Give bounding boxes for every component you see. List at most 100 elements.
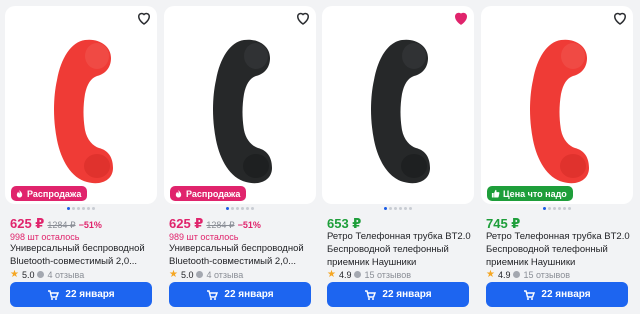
reviews-link[interactable]: 15 отзывов bbox=[513, 270, 570, 280]
rating-value: 4.9 bbox=[338, 269, 352, 280]
carousel-dot[interactable] bbox=[82, 207, 85, 210]
badge-label: Распродажа bbox=[186, 188, 241, 199]
reviews-count: 4 отзыва bbox=[47, 269, 85, 280]
carousel-dot[interactable] bbox=[72, 207, 75, 210]
product-card[interactable]: Цена что надо 745 ₽ Ретро Телефонная тру… bbox=[481, 6, 633, 312]
reviews-icon bbox=[513, 271, 521, 278]
carousel-dot[interactable] bbox=[384, 207, 387, 210]
product-card[interactable]: Распродажа 625 ₽ 1284 ₽ −51% 989 шт оста… bbox=[164, 6, 316, 312]
stock-left: 998 шт осталось bbox=[10, 232, 80, 242]
title-line: Ретро Телефонная трубка BT2.0 bbox=[486, 231, 630, 242]
photo-carousel-dots[interactable] bbox=[481, 206, 633, 212]
star-icon: ★ bbox=[10, 269, 19, 280]
reviews-link[interactable]: 4 отзыва bbox=[196, 270, 243, 280]
badge-label: Цена что надо bbox=[503, 188, 567, 199]
price: 625 ₽ bbox=[10, 216, 45, 231]
phone-handset-image bbox=[371, 39, 430, 184]
carousel-dot[interactable] bbox=[226, 207, 229, 210]
reviews-link[interactable]: 15 отзывов bbox=[354, 270, 411, 280]
fire-icon bbox=[16, 189, 23, 198]
product-card[interactable]: 653 ₽ Ретро Телефонная трубка BT2.0 Бесп… bbox=[322, 6, 474, 312]
title-line: Bluetooth-совместимый 2,0... bbox=[10, 256, 138, 267]
carousel-dot[interactable] bbox=[92, 207, 95, 210]
reviews-link[interactable]: 4 отзыва bbox=[37, 270, 84, 280]
product-photo[interactable] bbox=[322, 6, 474, 204]
product-photo[interactable]: Цена что надо bbox=[481, 6, 633, 204]
reviews-icon bbox=[37, 271, 45, 278]
phone-earpiece bbox=[244, 43, 268, 69]
phone-mouthpiece bbox=[243, 154, 269, 178]
carousel-dot[interactable] bbox=[543, 207, 546, 210]
old-price: 1284 ₽ bbox=[206, 220, 235, 230]
rating-value: 4.9 bbox=[497, 269, 511, 280]
carousel-dot[interactable] bbox=[558, 207, 561, 210]
carousel-dot[interactable] bbox=[389, 207, 392, 210]
reviews-count: 4 отзыва bbox=[206, 269, 244, 280]
cart-icon bbox=[207, 289, 219, 300]
carousel-dot[interactable] bbox=[394, 207, 397, 210]
photo-carousel-dots[interactable] bbox=[164, 206, 316, 212]
star-icon: ★ bbox=[486, 269, 495, 280]
heart-icon[interactable] bbox=[611, 9, 629, 27]
title-line: Беспроводной телефонный bbox=[486, 244, 608, 255]
old-price: 1284 ₽ bbox=[47, 220, 76, 230]
delivery-button[interactable]: 22 января bbox=[327, 282, 469, 307]
rating-value: 5.0 bbox=[180, 269, 194, 280]
delivery-button[interactable]: 22 января bbox=[10, 282, 152, 307]
rating-row: ★ 5.0 4 отзыва bbox=[10, 269, 84, 280]
heart-icon[interactable] bbox=[135, 9, 153, 27]
carousel-dot[interactable] bbox=[241, 207, 244, 210]
phone-mouthpiece bbox=[401, 154, 427, 178]
phone-mouthpiece bbox=[560, 154, 586, 178]
delivery-date: 22 января bbox=[382, 289, 432, 300]
phone-handset-image bbox=[213, 39, 272, 184]
title-line: Универсальный беспроводной bbox=[169, 243, 304, 254]
product-photo[interactable]: Распродажа bbox=[164, 6, 316, 204]
carousel-dot[interactable] bbox=[404, 207, 407, 210]
thumbs-up-icon bbox=[491, 189, 500, 198]
carousel-dot[interactable] bbox=[409, 207, 412, 210]
carousel-dot[interactable] bbox=[548, 207, 551, 210]
product-title[interactable]: Универсальный беспроводной Bluetooth-сов… bbox=[10, 242, 158, 268]
product-title[interactable]: Универсальный беспроводной Bluetooth-сов… bbox=[169, 242, 317, 268]
carousel-dot[interactable] bbox=[553, 207, 556, 210]
heart-icon[interactable] bbox=[294, 9, 312, 27]
cart-icon bbox=[365, 289, 377, 300]
badge-label: Распродажа bbox=[27, 188, 82, 199]
rating-value: 5.0 bbox=[21, 269, 35, 280]
product-card[interactable]: Распродажа 625 ₽ 1284 ₽ −51% 998 шт оста… bbox=[5, 6, 157, 312]
photo-carousel-dots[interactable] bbox=[322, 206, 474, 212]
product-title[interactable]: Ретро Телефонная трубка BT2.0 Беспроводн… bbox=[327, 230, 475, 269]
reviews-count: 15 отзывов bbox=[523, 269, 570, 280]
title-line: приемник Наушники bbox=[327, 257, 417, 268]
carousel-dot[interactable] bbox=[568, 207, 571, 210]
carousel-dot[interactable] bbox=[67, 207, 70, 210]
fire-icon bbox=[175, 189, 182, 198]
stock-left: 989 шт осталось bbox=[169, 232, 239, 242]
carousel-dot[interactable] bbox=[236, 207, 239, 210]
sale-badge: Распродажа bbox=[11, 186, 88, 201]
reviews-icon bbox=[196, 271, 204, 278]
title-line: Беспроводной телефонный bbox=[327, 244, 449, 255]
carousel-dot[interactable] bbox=[399, 207, 402, 210]
rating-row: ★ 5.0 4 отзыва bbox=[169, 269, 243, 280]
good-price-badge: Цена что надо bbox=[487, 186, 573, 201]
product-title[interactable]: Ретро Телефонная трубка BT2.0 Беспроводн… bbox=[486, 230, 634, 269]
product-photo[interactable]: Распродажа bbox=[5, 6, 157, 204]
phone-handset-image bbox=[54, 39, 113, 184]
title-line: Bluetooth-совместимый 2,0... bbox=[169, 256, 297, 267]
carousel-dot[interactable] bbox=[231, 207, 234, 210]
delivery-button[interactable]: 22 января bbox=[486, 282, 628, 307]
carousel-dot[interactable] bbox=[563, 207, 566, 210]
discount: −51% bbox=[237, 220, 261, 230]
delivery-button[interactable]: 22 января bbox=[169, 282, 311, 307]
carousel-dot[interactable] bbox=[246, 207, 249, 210]
photo-carousel-dots[interactable] bbox=[5, 206, 157, 212]
carousel-dot[interactable] bbox=[87, 207, 90, 210]
price: 625 ₽ bbox=[169, 216, 204, 231]
delivery-date: 22 января bbox=[224, 289, 274, 300]
phone-earpiece bbox=[85, 43, 109, 69]
carousel-dot[interactable] bbox=[251, 207, 254, 210]
heart-filled-icon[interactable] bbox=[452, 9, 470, 27]
carousel-dot[interactable] bbox=[77, 207, 80, 210]
